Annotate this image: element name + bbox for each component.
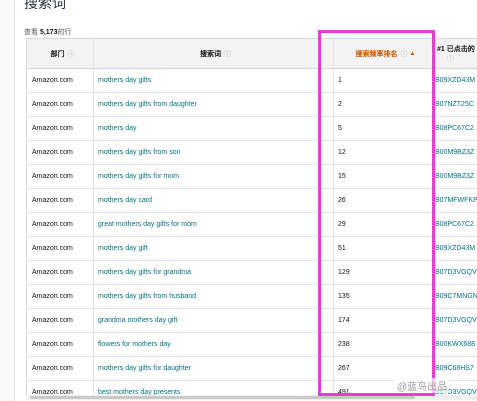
rank-cell: 174 bbox=[334, 309, 434, 332]
department-cell: Amazon.com bbox=[27, 141, 94, 164]
department-cell: Amazon.com bbox=[27, 93, 94, 116]
table-header: 部门 ⓘ 搜索词 ⓘ 搜索频率排名 ⓘ ▲ #1 已点击的 ⓘ bbox=[27, 39, 477, 69]
search-term-link[interactable]: mothers day gifts for daughter bbox=[94, 357, 334, 380]
table-row: Amazon.com great mothers day gifts for mo… bbox=[27, 213, 477, 237]
department-cell: Amazon.com bbox=[27, 117, 94, 140]
table-row: Amazon.com mothers day gifts for mom 15 B00… bbox=[27, 165, 477, 189]
row-count-value: 5,173 bbox=[39, 29, 58, 36]
rank-cell: 129 bbox=[334, 261, 434, 284]
rank-cell: 267 bbox=[334, 357, 434, 380]
department-cell: Amazon.com bbox=[27, 69, 94, 92]
asin-link[interactable]: B00KWX688 bbox=[434, 333, 477, 356]
info-icon[interactable]: ⓘ bbox=[224, 49, 231, 59]
table-row: Amazon.com mothers day gifts from husband… bbox=[27, 285, 477, 309]
search-term-link[interactable]: mothers day gifts bbox=[94, 69, 334, 92]
row-count-prefix: 查看 bbox=[24, 29, 38, 36]
table-row: Amazon.com mothers day gifts for grandma 1… bbox=[27, 261, 477, 285]
department-cell: Amazon.com bbox=[27, 357, 94, 380]
search-term-link[interactable]: best mothers day presents bbox=[94, 381, 334, 395]
rank-cell: 29 bbox=[334, 213, 434, 236]
search-term-link[interactable]: mothers day gifts from husband bbox=[94, 285, 334, 308]
table-row: Amazon.com mothers day card 26 B07MFWFKP bbox=[27, 189, 477, 213]
department-cell: Amazon.com bbox=[27, 237, 94, 260]
column-header-top-clicked-asin[interactable]: #1 已点击的 ⓘ bbox=[434, 39, 477, 68]
department-cell: Amazon.com bbox=[27, 333, 94, 356]
asin-link[interactable]: B09C7MNGN bbox=[434, 285, 477, 308]
column-header-top-clicked-asin-label: #1 已点击的 bbox=[437, 45, 475, 53]
search-terms-table: 部门 ⓘ 搜索词 ⓘ 搜索频率排名 ⓘ ▲ #1 已点击的 ⓘ Amazon.c… bbox=[26, 38, 477, 395]
table-row: Amazon.com mothers day gifts from daughte… bbox=[27, 93, 477, 117]
asin-link[interactable]: B08PC67C2 bbox=[434, 213, 477, 236]
search-term-link[interactable]: mothers day gifts for grandma bbox=[94, 261, 334, 284]
scrollbar-thumb[interactable] bbox=[30, 396, 415, 399]
rank-cell: 26 bbox=[334, 189, 434, 212]
column-header-department-label: 部门 bbox=[50, 50, 65, 58]
page-title: 搜索词 bbox=[24, 0, 66, 11]
asin-link[interactable]: B07NZT25C bbox=[434, 93, 477, 116]
row-count-label: 查看 5,173的行 bbox=[24, 27, 71, 37]
column-header-rank-label: 搜索频率排名 bbox=[355, 50, 398, 58]
department-cell: Amazon.com bbox=[27, 381, 94, 395]
table-row: Amazon.com mothers day gifts from son 12 B0… bbox=[27, 141, 477, 165]
asin-link[interactable]: B07MFWFKP bbox=[434, 189, 477, 212]
asin-link[interactable]: B00M9BZ3Z bbox=[434, 165, 477, 188]
rank-cell: 15 bbox=[334, 165, 434, 188]
row-count-suffix: 的行 bbox=[57, 29, 72, 36]
search-term-link[interactable]: mothers day card bbox=[94, 189, 334, 212]
asin-link[interactable]: B00M9BZ3Z bbox=[434, 141, 477, 164]
department-cell: Amazon.com bbox=[27, 309, 94, 332]
department-cell: Amazon.com bbox=[27, 213, 94, 236]
rank-cell: 238 bbox=[334, 333, 434, 356]
asin-link[interactable]: B09XZD43M bbox=[434, 69, 477, 92]
rank-cell: 5 bbox=[334, 117, 434, 140]
sort-ascending-icon[interactable]: ▲ bbox=[410, 51, 416, 57]
info-icon[interactable]: ⓘ bbox=[68, 49, 75, 59]
table-row: Amazon.com flowers for mothers day 238 B00K… bbox=[27, 333, 477, 357]
horizontal-scrollbar[interactable] bbox=[26, 395, 477, 400]
rank-cell: 51 bbox=[334, 237, 434, 260]
asin-link[interactable]: B08PC67C2 bbox=[434, 117, 477, 140]
rank-cell: 135 bbox=[334, 285, 434, 308]
left-panel-edge bbox=[0, 0, 15, 401]
search-term-link[interactable]: mothers day gifts from son bbox=[94, 141, 334, 164]
search-term-link[interactable]: mothers day bbox=[94, 117, 334, 140]
watermark: @蓝鸟出品 bbox=[395, 378, 450, 393]
column-header-search-term[interactable]: 搜索词 ⓘ bbox=[94, 39, 334, 68]
search-term-link[interactable]: great mothers day gifts for mom bbox=[94, 213, 334, 236]
column-header-search-frequency-rank[interactable]: 搜索频率排名 ⓘ ▲ bbox=[334, 39, 434, 68]
department-cell: Amazon.com bbox=[27, 261, 94, 284]
table-row: Amazon.com mothers day gift 51 B09XZD43M bbox=[27, 237, 477, 261]
info-icon[interactable]: ⓘ bbox=[447, 54, 454, 64]
asin-link[interactable]: B09C68HS7 bbox=[434, 357, 477, 380]
table-row: Amazon.com mothers day gifts 1 B09XZD43M bbox=[27, 69, 477, 93]
rank-cell: 1 bbox=[334, 69, 434, 92]
asin-link[interactable]: B09XZD43M bbox=[434, 237, 477, 260]
asin-link[interactable]: B07D3VGQV bbox=[434, 261, 477, 284]
rank-cell: 2 bbox=[334, 93, 434, 116]
column-header-department[interactable]: 部门 ⓘ bbox=[27, 39, 94, 68]
department-cell: Amazon.com bbox=[27, 285, 94, 308]
search-term-link[interactable]: mothers day gifts from daughter bbox=[94, 93, 334, 116]
search-term-link[interactable]: mothers day gifts for mom bbox=[94, 165, 334, 188]
search-term-link[interactable]: flowers for mothers day bbox=[94, 333, 334, 356]
asin-link[interactable]: B07D3VGQV bbox=[434, 309, 477, 332]
rank-cell: 12 bbox=[334, 141, 434, 164]
column-header-search-term-label: 搜索词 bbox=[200, 50, 221, 58]
search-term-link[interactable]: grandma mothers day gift bbox=[94, 309, 334, 332]
department-cell: Amazon.com bbox=[27, 189, 94, 212]
department-cell: Amazon.com bbox=[27, 165, 94, 188]
search-term-link[interactable]: mothers day gift bbox=[94, 237, 334, 260]
info-icon[interactable]: ⓘ bbox=[401, 49, 408, 59]
table-row: Amazon.com mothers day 5 B08PC67C2 bbox=[27, 117, 477, 141]
table-row: Amazon.com grandma mothers day gift 174 B07… bbox=[27, 309, 477, 333]
